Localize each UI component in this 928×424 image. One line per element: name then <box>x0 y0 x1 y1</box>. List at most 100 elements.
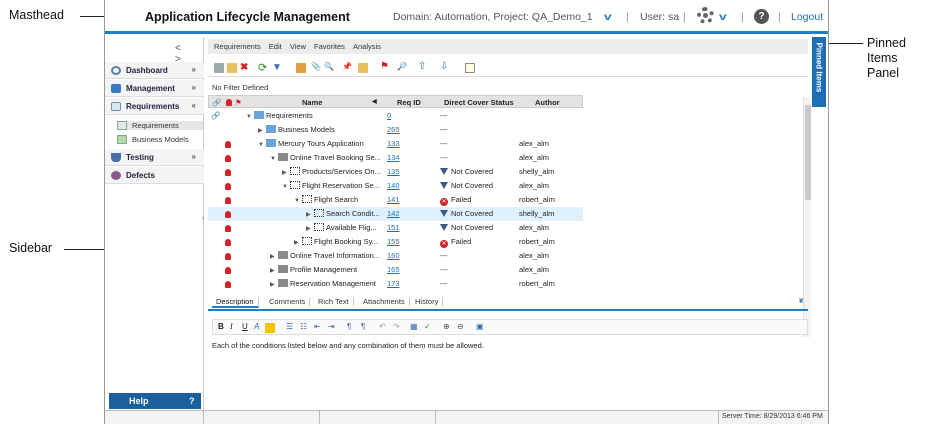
collapse-details-icon[interactable]: ¥ <box>799 296 803 305</box>
underline-button[interactable]: U <box>242 322 248 331</box>
pin-icon[interactable]: 📌 <box>342 62 352 72</box>
table-row[interactable]: ▶ Business Models 265 --- <box>208 123 583 137</box>
table-row[interactable]: ▶ Profile Management 165 --- alex_alm <box>208 263 583 277</box>
flag-icon[interactable]: ⚑ <box>380 61 390 72</box>
domain-project-selector[interactable]: Domain: Automation, Project: QA_Demo_1 <box>393 11 593 23</box>
table-row[interactable]: ▼ Flight Reservation Se... 140 Not Covere… <box>208 179 583 193</box>
gear-icon[interactable] <box>697 7 714 24</box>
sidebar-item-defects[interactable]: Defects <box>105 167 204 184</box>
expanded-toggle-icon[interactable]: ▼ <box>270 156 278 162</box>
help-button[interactable]: Help ? <box>109 393 201 409</box>
source-icon[interactable]: ▣ <box>476 322 484 331</box>
expanded-toggle-icon[interactable]: ▼ <box>246 114 254 120</box>
outdent-icon[interactable]: ⇤ <box>314 322 321 331</box>
tab-history[interactable]: History <box>411 297 444 306</box>
chevron-down-icon[interactable]: v <box>604 12 612 23</box>
sidebar-resize-handle[interactable]: ‹ <box>202 215 204 222</box>
tab-comments[interactable]: Comments <box>265 297 311 306</box>
req-id-link[interactable]: 165 <box>387 265 400 274</box>
collapsed-toggle-icon[interactable]: ▶ <box>294 239 302 246</box>
table-row[interactable]: ▶ Products/Services On... 135 Not Covered… <box>208 165 583 179</box>
redo-icon[interactable]: ↷ <box>393 322 400 331</box>
new-requirement-icon[interactable] <box>227 63 237 73</box>
numbered-list-icon[interactable]: ☷ <box>300 322 307 331</box>
move-down-icon[interactable]: ⇩ <box>440 61 450 72</box>
collapsed-toggle-icon[interactable]: ▶ <box>306 211 314 218</box>
table-row[interactable]: ▶ Online Travel Information... 160 --- al… <box>208 249 583 263</box>
zoom-icon[interactable]: 🔍 <box>324 62 334 72</box>
columns-icon[interactable] <box>296 63 306 73</box>
req-id-link[interactable]: 133 <box>387 139 400 148</box>
column-header-req-id[interactable]: Req ID <box>397 98 421 107</box>
attachment-icon[interactable]: 📎 <box>311 62 321 72</box>
italic-button[interactable]: I <box>230 322 233 331</box>
help-icon[interactable]: ? <box>754 9 769 24</box>
column-header-author[interactable]: Author <box>535 98 560 107</box>
expanded-toggle-icon[interactable]: ▼ <box>258 142 266 148</box>
zoom-out-icon[interactable]: ⊖ <box>457 322 464 331</box>
mail-icon[interactable] <box>358 63 368 73</box>
table-row[interactable]: ▶ Available Flig... 151 Not Covered alex_… <box>208 221 583 235</box>
collapsed-toggle-icon[interactable]: ▶ <box>270 281 278 288</box>
expanded-toggle-icon[interactable]: ▼ <box>282 184 290 190</box>
ltr-icon[interactable]: ¶ <box>347 322 351 331</box>
refresh-icon[interactable]: ⟳ <box>258 61 268 74</box>
edit-icon[interactable] <box>465 63 475 73</box>
bold-button[interactable]: B <box>218 322 224 331</box>
collapsed-toggle-icon[interactable]: ▶ <box>270 253 278 260</box>
table-row[interactable]: ▼ Flight Search 141 ✕ Failed robert_alm <box>208 193 583 207</box>
expanded-toggle-icon[interactable]: ▼ <box>294 198 302 204</box>
delete-icon[interactable]: ✖ <box>240 62 250 73</box>
req-id-link[interactable]: 140 <box>387 181 400 190</box>
sidebar-item-testing[interactable]: Testing » <box>105 149 204 166</box>
tab-description[interactable]: Description <box>212 297 259 308</box>
sidebar-subitem-requirements[interactable]: Requirements <box>117 121 203 130</box>
sidebar-item-management[interactable]: Management » <box>105 80 204 97</box>
sidebar-subitem-business-models[interactable]: Business Models <box>117 135 189 144</box>
table-row[interactable]: ▶ Flight Booking Sy... 155 ✕ Failed robert… <box>208 235 583 249</box>
pinned-items-panel-tab[interactable]: Pinned Items <box>812 37 826 107</box>
req-id-link[interactable]: 265 <box>387 125 400 134</box>
table-row[interactable]: 🔗 ▼ Requirements 0 --- <box>208 109 583 123</box>
sidebar-item-dashboard[interactable]: Dashboard » <box>105 62 204 79</box>
spellcheck-icon[interactable]: ✓ <box>424 322 431 331</box>
req-id-link[interactable]: 151 <box>387 223 400 232</box>
zoom-in-icon[interactable]: ⊕ <box>443 322 450 331</box>
find-icon[interactable]: 🔎 <box>397 62 407 72</box>
req-id-link[interactable]: 134 <box>387 153 400 162</box>
menu-view[interactable]: View <box>290 42 306 51</box>
req-id-link[interactable]: 142 <box>387 209 400 218</box>
menu-requirements[interactable]: Requirements <box>214 42 261 51</box>
table-icon[interactable]: ▦ <box>410 322 418 331</box>
font-color-button[interactable]: A <box>254 322 259 331</box>
description-text[interactable]: Each of the conditions listed below and … <box>212 341 484 350</box>
sidebar-item-requirements[interactable]: Requirements « <box>105 98 204 115</box>
req-id-link[interactable]: 155 <box>387 237 400 246</box>
collapsed-toggle-icon[interactable]: ▶ <box>258 127 266 134</box>
req-id-link[interactable]: 141 <box>387 195 400 204</box>
table-row[interactable]: ▼ Mercury Tours Application 133 --- alex_… <box>208 137 583 151</box>
highlight-icon[interactable] <box>265 323 275 333</box>
collapsed-toggle-icon[interactable]: ▶ <box>282 169 290 176</box>
rtl-icon[interactable]: ¶ <box>361 322 365 331</box>
filter-icon[interactable]: ▼ <box>272 62 282 73</box>
menu-edit[interactable]: Edit <box>269 42 282 51</box>
logout-link[interactable]: Logout <box>791 11 823 23</box>
bullet-list-icon[interactable]: ☰ <box>286 322 293 331</box>
req-id-link[interactable]: 0 <box>387 111 391 120</box>
scrollbar-thumb[interactable] <box>805 105 811 200</box>
table-row-selected[interactable]: ▶ Search Condit... 142 Not Covered shelly… <box>208 207 583 221</box>
menu-favorites[interactable]: Favorites <box>314 42 345 51</box>
new-folder-icon[interactable] <box>214 63 224 73</box>
settings-chevron-down-icon[interactable]: v <box>719 12 727 23</box>
undo-icon[interactable]: ↶ <box>379 322 386 331</box>
indent-icon[interactable]: ⇥ <box>328 322 335 331</box>
column-header-direct-cover-status[interactable]: Direct Cover Status <box>444 98 514 107</box>
req-id-link[interactable]: 135 <box>387 167 400 176</box>
tab-attachments[interactable]: Attachments <box>359 297 410 306</box>
req-id-link[interactable]: 160 <box>387 251 400 260</box>
collapsed-toggle-icon[interactable]: ▶ <box>306 225 314 232</box>
table-row[interactable]: ▼ Online Travel Booking Se... 134 --- ale… <box>208 151 583 165</box>
table-row[interactable]: ▶ Reservation Management 173 --- robert_a… <box>208 277 583 291</box>
req-id-link[interactable]: 173 <box>387 279 400 288</box>
